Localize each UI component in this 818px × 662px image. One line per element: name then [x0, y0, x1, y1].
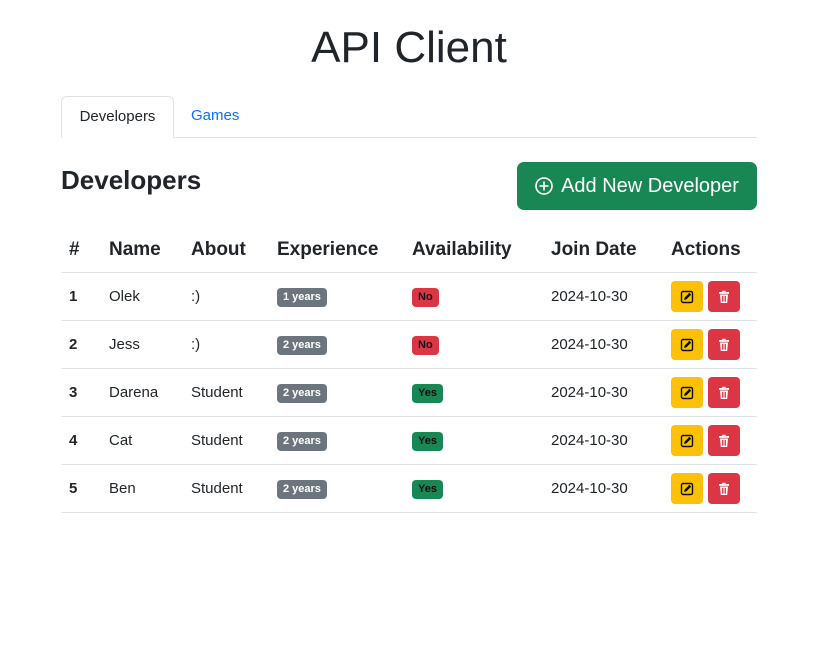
tab-games[interactable]: Games [175, 96, 255, 136]
section-title: Developers [61, 165, 202, 195]
trash-icon [717, 290, 731, 304]
edit-icon [680, 338, 694, 352]
delete-button[interactable] [708, 473, 740, 504]
edit-button[interactable] [671, 329, 703, 360]
join-date: 2024-10-30 [543, 464, 663, 513]
column-header-availability: Availability [404, 228, 543, 273]
availability-badge: No [412, 287, 439, 307]
availability-cell: Yes [404, 416, 543, 465]
table-row: 4 Cat Student 2 years Yes 2024-10-30 [61, 416, 757, 465]
experience-cell: 1 years [269, 272, 404, 321]
row-number: 4 [61, 416, 101, 465]
actions-cell [663, 464, 757, 513]
column-header-number: # [61, 228, 101, 273]
trash-icon [717, 338, 731, 352]
join-date: 2024-10-30 [543, 320, 663, 369]
availability-badge: No [412, 335, 439, 355]
experience-cell: 2 years [269, 320, 404, 369]
experience-cell: 2 years [269, 416, 404, 465]
edit-button[interactable] [671, 425, 703, 456]
availability-cell: No [404, 320, 543, 369]
availability-badge: Yes [412, 383, 443, 403]
developer-name: Olek [101, 272, 183, 321]
table-row: 2 Jess:) 2 years No 2024-10-30 [61, 320, 757, 369]
edit-icon [680, 482, 694, 496]
row-number: 3 [61, 368, 101, 417]
tab-developers[interactable]: Developers [61, 96, 174, 138]
experience-cell: 2 years [269, 464, 404, 513]
delete-button[interactable] [708, 377, 740, 408]
edit-button[interactable] [671, 281, 703, 312]
column-header-actions: Actions [663, 228, 757, 273]
column-header-join-date: Join Date [543, 228, 663, 273]
join-date: 2024-10-30 [543, 416, 663, 465]
experience-cell: 2 years [269, 368, 404, 417]
availability-badge: Yes [412, 431, 443, 451]
join-date: 2024-10-30 [543, 368, 663, 417]
experience-badge: 2 years [277, 431, 327, 451]
availability-badge: Yes [412, 479, 443, 499]
developer-about: Student [183, 368, 269, 417]
plus-circle-icon [535, 177, 553, 195]
experience-badge: 2 years [277, 335, 327, 355]
developers-table: # Name About Experience Availability Joi… [61, 228, 757, 513]
developer-name: Darena [101, 368, 183, 417]
actions-cell [663, 416, 757, 465]
availability-cell: Yes [404, 464, 543, 513]
actions-cell [663, 368, 757, 417]
row-number: 5 [61, 464, 101, 513]
delete-button[interactable] [708, 329, 740, 360]
edit-button[interactable] [671, 377, 703, 408]
trash-icon [717, 434, 731, 448]
actions-cell [663, 320, 757, 369]
experience-badge: 2 years [277, 479, 327, 499]
edit-icon [680, 386, 694, 400]
column-header-name: Name [101, 228, 183, 273]
developer-name: Jess [101, 320, 183, 369]
table-row: 1 Olek:) 1 years No 2024-10-30 [61, 272, 757, 321]
edit-icon [680, 290, 694, 304]
column-header-experience: Experience [269, 228, 404, 273]
developer-name: Ben [101, 464, 183, 513]
table-row: 3 Darena Student 2 years Yes 2024-10-30 [61, 368, 757, 417]
delete-button[interactable] [708, 281, 740, 312]
tab-bar: Developers Games [61, 96, 757, 138]
trash-icon [717, 482, 731, 496]
actions-cell [663, 272, 757, 321]
developer-about: Student [183, 464, 269, 513]
table-row: 5 Ben Student 2 years Yes 2024-10-30 [61, 464, 757, 513]
trash-icon [717, 386, 731, 400]
add-new-developer-label: Add New Developer [561, 174, 739, 197]
app-title: API Client [311, 23, 507, 72]
row-number: 2 [61, 320, 101, 369]
experience-badge: 2 years [277, 383, 327, 403]
developer-about: :) [183, 320, 269, 369]
experience-badge: 1 years [277, 287, 327, 307]
column-header-about: About [183, 228, 269, 273]
edit-icon [680, 434, 694, 448]
developer-name: Cat [101, 416, 183, 465]
table-header-row: # Name About Experience Availability Joi… [61, 228, 757, 273]
availability-cell: No [404, 272, 543, 321]
edit-button[interactable] [671, 473, 703, 504]
delete-button[interactable] [708, 425, 740, 456]
add-new-developer-button[interactable]: Add New Developer [517, 162, 757, 210]
availability-cell: Yes [404, 368, 543, 417]
developer-about: :) [183, 272, 269, 321]
row-number: 1 [61, 272, 101, 321]
developer-about: Student [183, 416, 269, 465]
join-date: 2024-10-30 [543, 272, 663, 321]
